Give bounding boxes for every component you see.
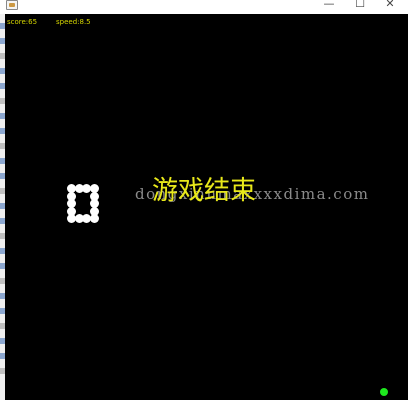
app-icon (6, 0, 18, 10)
game-canvas[interactable]: score:65 speed:8.5 dongxinnmaxxxxdima.co… (5, 14, 408, 400)
close-button[interactable]: ✕ (377, 0, 403, 12)
food-pellet (380, 388, 388, 396)
maximize-button[interactable]: ☐ (347, 0, 373, 12)
title-bar[interactable]: — ☐ ✕ (0, 0, 408, 14)
app-window: — ☐ ✕ score:65 speed:8.5 dongxinnmaxxxxd… (0, 0, 408, 400)
snake (5, 14, 408, 400)
game-over-text: 游戏结束 (152, 176, 257, 206)
snake-segment (67, 191, 76, 201)
minimize-button[interactable]: — (316, 0, 342, 12)
